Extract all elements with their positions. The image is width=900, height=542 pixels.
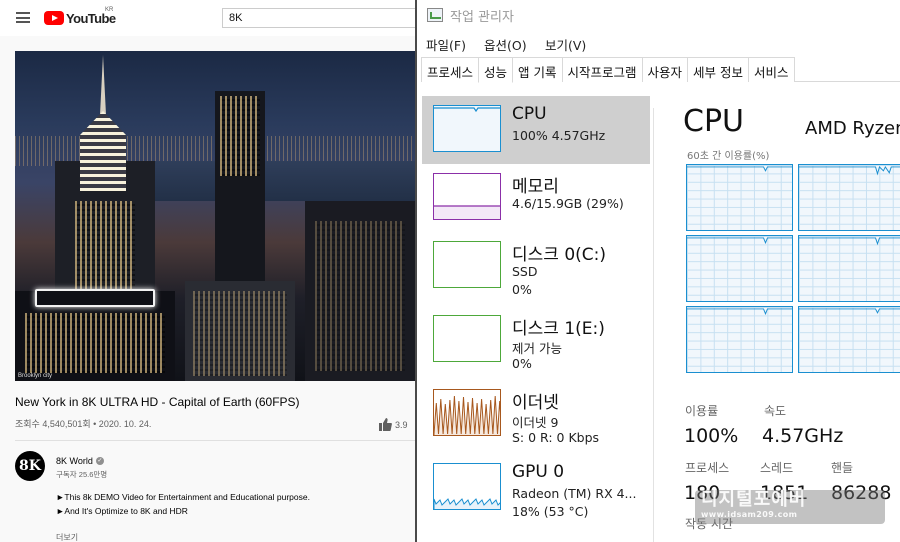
resource-name: 이더넷 xyxy=(512,393,559,413)
core-graph xyxy=(798,235,900,302)
resource-name: CPU xyxy=(512,104,547,124)
video-chrysler-crown xyxy=(80,111,126,191)
resource-stat: 18% (53 °C) xyxy=(512,504,589,519)
ethernet-mini-graph xyxy=(433,389,501,436)
title-bar: 작업 관리자 xyxy=(417,0,900,30)
region-code: KR xyxy=(105,7,114,13)
video-chrysler-spire xyxy=(100,55,106,115)
watermark-url: www.idsam209.com xyxy=(701,510,798,519)
watermark: 디지털포에버 www.idsam209.com xyxy=(695,490,885,524)
video-river xyxy=(155,161,415,201)
channel-name[interactable]: 8K World xyxy=(56,456,93,466)
utilization-label: 이용률 xyxy=(685,404,719,418)
menu-options[interactable]: 옵션(O) xyxy=(484,35,527,54)
tab-services[interactable]: 서비스 xyxy=(748,57,795,82)
like-button[interactable]: 3.9 xyxy=(378,418,408,431)
description-line: ►This 8k DEMO Video for Entertainment an… xyxy=(56,492,310,502)
cpu-detail-panel: CPU AMD Ryzen 60초 간 이용률(%) 이용률 100% 속도 4… xyxy=(683,90,900,542)
video-player[interactable]: Brooklyn city xyxy=(15,51,415,381)
tab-users[interactable]: 사용자 xyxy=(641,57,689,82)
video-lit-rooftop xyxy=(35,289,155,307)
disk-1-mini-graph xyxy=(433,315,501,362)
cpu-mini-graph xyxy=(433,105,501,152)
detail-heading: CPU xyxy=(683,104,744,139)
core-graph xyxy=(686,164,793,231)
gpu-usage-line xyxy=(434,498,500,509)
youtube-play-icon xyxy=(44,11,64,25)
speed-label: 속도 xyxy=(764,404,787,418)
graph-label: 60초 간 이용률(%) xyxy=(687,151,770,162)
panel-separator xyxy=(653,108,654,542)
resource-item-gpu[interactable]: GPU 0 Radeon (TM) RX 4... 18% (53 °C) xyxy=(422,454,650,522)
core-graph xyxy=(798,306,900,373)
resource-stat: 제거 가능 xyxy=(512,341,562,356)
resource-item-cpu[interactable]: CPU 100% 4.57GHz xyxy=(422,96,650,164)
core-graph xyxy=(686,235,793,302)
video-caption: Brooklyn city xyxy=(18,373,53,379)
resource-item-memory[interactable]: 메모리 4.6/15.9GB (29%) xyxy=(422,164,650,232)
video-building-windows xyxy=(220,96,260,176)
resource-stat: 0% xyxy=(512,356,532,371)
video-building-windows xyxy=(25,313,165,373)
core-graph-grid xyxy=(686,164,900,376)
resource-stat: S: 0 R: 0 Kbps xyxy=(512,430,600,445)
hamburger-menu-icon[interactable] xyxy=(16,12,30,23)
youtube-window: YouTube KR 8K Brooklyn city New York in … xyxy=(0,0,415,542)
resource-item-disk-0[interactable]: 디스크 0(C:) SSD 0% xyxy=(422,232,650,300)
threads-label: 스레드 xyxy=(760,461,794,475)
video-building-windows xyxy=(315,221,405,371)
description-line: ►And It's Optimize to 8K and HDR xyxy=(56,506,188,516)
speed-value: 4.57GHz xyxy=(762,425,844,447)
search-input[interactable]: 8K xyxy=(222,8,415,28)
task-manager-window: 작업 관리자 파일(F) 옵션(O) 보기(V) 프로세스 성능 앱 기록 시작… xyxy=(415,0,900,542)
show-more-link[interactable]: 더보기 xyxy=(56,532,78,542)
resource-stat: 4.6/15.9GB (29%) xyxy=(512,196,624,211)
resource-name: 디스크 1(E:) xyxy=(512,319,605,339)
resource-stat: Radeon (TM) RX 4... xyxy=(512,486,637,501)
channel-name-row[interactable]: 8K World ✓ xyxy=(56,456,104,466)
gpu-mini-graph xyxy=(433,463,501,510)
watermark-title: 디지털포에버 xyxy=(701,489,807,510)
resource-stat: 0% xyxy=(512,282,532,297)
resource-item-disk-1[interactable]: 디스크 1(E:) 제거 가능 0% xyxy=(422,306,650,374)
handles-label: 핸들 xyxy=(831,461,854,475)
core-graph xyxy=(686,306,793,373)
task-manager-icon xyxy=(427,8,443,22)
subscriber-count: 구독자 25.6만명 xyxy=(56,470,108,479)
window-title: 작업 관리자 xyxy=(450,10,514,25)
video-title: New York in 8K ULTRA HD - Capital of Ear… xyxy=(15,395,300,409)
tab-bar: 프로세스 성능 앱 기록 시작프로그램 사용자 세부 정보 서비스 xyxy=(421,57,900,83)
tab-performance[interactable]: 성능 xyxy=(478,57,514,83)
resource-list: CPU 100% 4.57GHz 메모리 4.6/15.9GB (29%) 디스… xyxy=(417,90,657,542)
resource-stat: SSD xyxy=(512,264,538,279)
resource-stat: 이더넷 9 xyxy=(512,415,559,430)
memory-mini-graph xyxy=(433,173,501,220)
tab-startup[interactable]: 시작프로그램 xyxy=(561,57,643,82)
resource-name: 메모리 xyxy=(512,177,559,197)
tab-details[interactable]: 세부 정보 xyxy=(687,57,750,82)
resource-item-ethernet[interactable]: 이더넷 이더넷 9 S: 0 R: 0 Kbps xyxy=(422,380,650,448)
thumbs-up-icon xyxy=(379,418,392,431)
resource-name: GPU 0 xyxy=(512,462,565,482)
disk-0-mini-graph xyxy=(433,241,501,288)
menu-file[interactable]: 파일(F) xyxy=(426,35,466,54)
tab-processes[interactable]: 프로세스 xyxy=(421,57,480,82)
processes-label: 프로세스 xyxy=(685,461,730,475)
verified-check-icon: ✓ xyxy=(95,457,104,465)
channel-avatar[interactable]: 8K xyxy=(15,451,45,481)
video-building-windows xyxy=(193,291,287,376)
ethernet-traffic-line xyxy=(434,395,500,435)
resource-name: 디스크 0(C:) xyxy=(512,245,607,265)
menu-bar: 파일(F) 옵션(O) 보기(V) xyxy=(417,32,900,54)
like-count: 3.9 xyxy=(395,419,408,430)
utilization-value: 100% xyxy=(684,425,739,447)
divider xyxy=(15,440,415,441)
resource-stat: 100% 4.57GHz xyxy=(512,128,606,143)
video-meta: 조회수 4,540,501회 • 2020. 10. 24. xyxy=(15,419,152,429)
youtube-header: YouTube KR 8K xyxy=(0,0,415,36)
menu-view[interactable]: 보기(V) xyxy=(545,35,586,54)
tab-app-history[interactable]: 앱 기록 xyxy=(512,57,563,82)
core-graph xyxy=(798,164,900,231)
cpu-model: AMD Ryzen xyxy=(805,118,900,139)
